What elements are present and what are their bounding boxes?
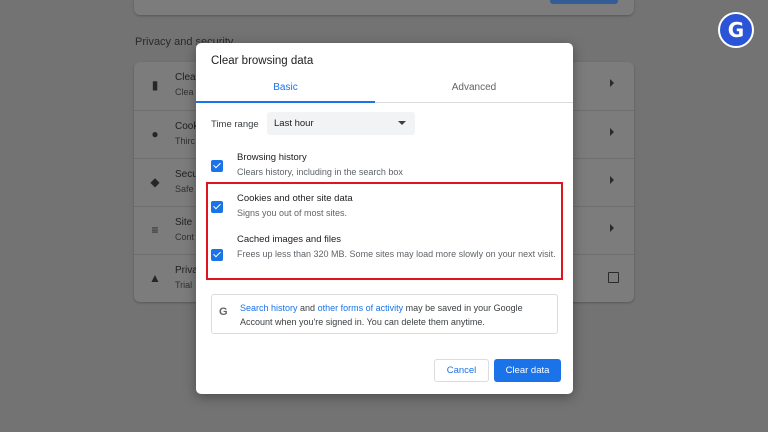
shield-icon: ◆: [150, 175, 160, 189]
dialog-tabs: Basic Advanced: [196, 75, 573, 103]
browsing-history-subtitle: Clears history, including in the search …: [237, 167, 403, 177]
time-range-value: Last hour: [274, 118, 314, 129]
background-row-subtitle: Thirc: [175, 136, 195, 146]
background-blue-button: [550, 0, 618, 4]
chevron-right-icon: [610, 79, 614, 87]
info-text-and: and: [297, 303, 318, 313]
background-row-subtitle: Cont: [175, 232, 195, 242]
other-activity-link[interactable]: other forms of activity: [318, 303, 404, 313]
search-history-link[interactable]: Search history: [240, 303, 298, 313]
cookie-icon: ●: [151, 127, 159, 141]
time-range-label: Time range: [211, 119, 259, 130]
logo-glyph: G: [727, 18, 745, 42]
background-row-subtitle: Safe: [175, 184, 194, 194]
chevron-right-icon: [610, 224, 614, 232]
dropdown-caret-icon: [398, 121, 406, 125]
background-row-title: Site: [175, 217, 193, 228]
background-row-title: Priva: [175, 265, 198, 276]
background-card-top: [134, 0, 634, 15]
google-g-icon: G: [219, 306, 228, 318]
site-logo: G: [718, 12, 754, 48]
chevron-right-icon: [610, 176, 614, 184]
browsing-history-title: Browsing history: [237, 152, 307, 163]
dialog-title: Clear browsing data: [211, 55, 314, 67]
background-row-title: Clea: [175, 72, 196, 83]
chevron-right-icon: [610, 128, 614, 136]
cancel-button[interactable]: Cancel: [434, 359, 489, 382]
flask-icon: ▲: [149, 271, 161, 285]
background-row-title: Cook: [175, 121, 199, 132]
tab-basic[interactable]: Basic: [196, 75, 375, 103]
trash-icon: ▮: [151, 78, 159, 92]
background-row-subtitle: Clea: [175, 87, 194, 97]
clear-data-button[interactable]: Clear data: [494, 359, 561, 382]
info-text: Search history and other forms of activi…: [240, 301, 552, 329]
background-row-subtitle: Trial: [175, 280, 193, 290]
open-external-icon: [608, 272, 619, 283]
sliders-icon: ≡: [151, 223, 159, 237]
highlight-annotation: [206, 182, 563, 280]
background-row-title: Secu: [175, 169, 198, 180]
tab-advanced[interactable]: Advanced: [375, 75, 573, 103]
google-account-info: G Search history and other forms of acti…: [211, 294, 558, 334]
time-range-select[interactable]: Last hour: [267, 112, 415, 135]
browsing-history-checkbox[interactable]: [211, 160, 223, 172]
